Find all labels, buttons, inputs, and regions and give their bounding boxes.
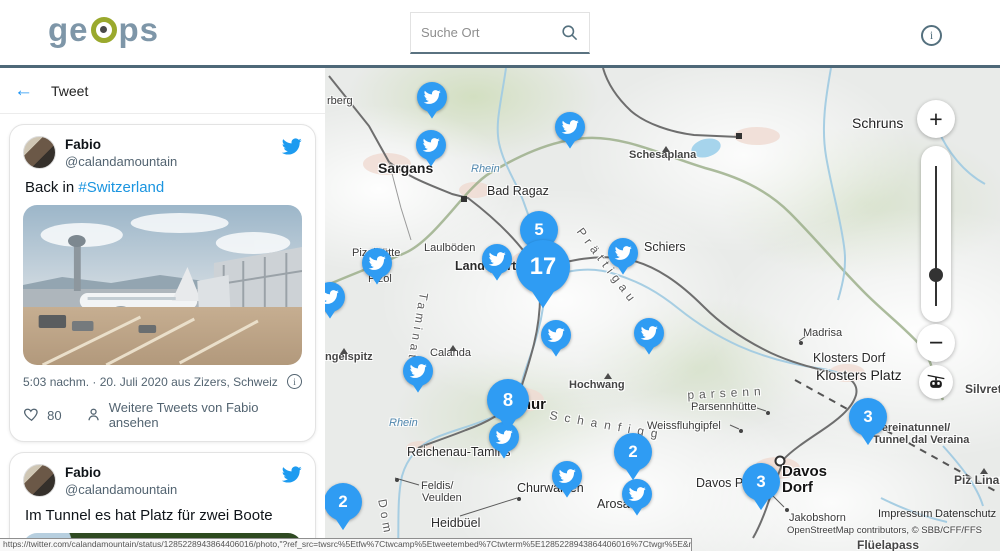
tweet-card: Fabio @calandamountain Im Tunnel es hat …: [9, 452, 316, 551]
layer-toggle-button[interactable]: [919, 365, 953, 399]
link-status-bar: https://twitter.com/calandamountain/stat…: [0, 538, 692, 551]
zoom-slider-track: [935, 166, 937, 306]
tweet-author-handle: @calandamountain: [65, 482, 281, 498]
app-header: ge ps i: [0, 0, 1000, 68]
tweet-marker[interactable]: [403, 356, 433, 386]
tweet-cluster-marker[interactable]: 2: [325, 483, 362, 521]
logo-o-dot: [100, 26, 107, 33]
tweet-author-name: Fabio: [65, 137, 281, 154]
heart-icon[interactable]: [23, 406, 40, 424]
tweet-marker[interactable]: [489, 422, 519, 452]
tweet-marker[interactable]: [362, 248, 392, 278]
zoom-slider[interactable]: [921, 146, 951, 322]
logo-text-ps: ps: [119, 13, 160, 46]
tweet-marker[interactable]: [552, 461, 582, 491]
tweet-info-icon[interactable]: i: [287, 374, 302, 389]
tweet-cluster-marker[interactable]: 2: [614, 433, 652, 471]
back-button[interactable]: ←: [14, 81, 33, 100]
tweet-cluster-marker[interactable]: 3: [849, 398, 887, 436]
tweet-marker[interactable]: [482, 244, 512, 274]
tweet-author-handle: @calandamountain: [65, 154, 281, 170]
zoom-slider-handle[interactable]: [929, 268, 943, 282]
panel-title: Tweet: [51, 83, 88, 99]
tweet-author-name: Fabio: [65, 465, 281, 482]
tweet-marker[interactable]: [541, 320, 571, 350]
app-window: rbergSargansRheinBad RagazSchrunsSchesap…: [0, 0, 1000, 551]
avatar: [23, 136, 56, 169]
tweet-marker[interactable]: [622, 479, 652, 509]
avatar: [23, 464, 56, 497]
panel-header: ← Tweet: [0, 68, 325, 114]
search-box: [410, 12, 590, 54]
tweet-photo-airport[interactable]: [23, 205, 302, 365]
twitter-bird-icon[interactable]: [281, 464, 302, 485]
tweet-card: Fabio @calandamountain Back in #Switzerl…: [9, 124, 316, 442]
search-input[interactable]: [421, 25, 560, 40]
tweet-timestamp: 5:03 nachm. · 20. Juli 2020 aus Zizers, …: [23, 375, 278, 389]
search-icon: [560, 23, 579, 42]
map-markers-layer: 51782233: [325, 68, 1000, 551]
search-button[interactable]: [560, 23, 579, 42]
tweet-cluster-marker[interactable]: 8: [487, 379, 529, 421]
twitter-bird-icon[interactable]: [281, 136, 302, 157]
zoom-out-button[interactable]: −: [917, 324, 955, 362]
map-canvas[interactable]: rbergSargansRheinBad RagazSchrunsSchesap…: [325, 68, 1000, 551]
zoom-in-button[interactable]: +: [917, 100, 955, 138]
tweet-marker[interactable]: [608, 238, 638, 268]
tweet-marker[interactable]: [416, 130, 446, 160]
tweet-marker[interactable]: [634, 318, 664, 348]
like-count[interactable]: 80: [47, 408, 61, 423]
tweet-marker[interactable]: [325, 282, 345, 312]
tweet-cluster-marker[interactable]: 17: [516, 240, 570, 294]
impressum-link[interactable]: Impressum: [878, 508, 932, 520]
tweet-sidebar: ← Tweet Fabio @calandamountain Back in #…: [0, 68, 325, 551]
tweet-text: Im Tunnel es hat Platz für zwei Boote: [25, 507, 300, 524]
logo-text-ge: ge: [48, 13, 89, 46]
tweet-marker[interactable]: [555, 112, 585, 142]
tweet-text: Back in #Switzerland: [25, 179, 300, 196]
tweet-cluster-marker[interactable]: 3: [742, 463, 780, 501]
cable-car-icon: [926, 372, 946, 392]
logo-o-ring: [91, 17, 117, 43]
tweet-marker[interactable]: [417, 82, 447, 112]
more-tweets-link[interactable]: Weitere Tweets von Fabio ansehen: [109, 400, 302, 430]
hashtag-link[interactable]: #Switzerland: [78, 179, 164, 196]
datenschutz-link[interactable]: Datenschutz: [935, 508, 996, 520]
info-button[interactable]: i: [921, 25, 942, 46]
map-attribution: OpenStreetMap contributors, © SBB/CFF/FF…: [787, 525, 982, 536]
person-icon: [85, 406, 102, 424]
geops-logo: ge ps: [48, 13, 159, 46]
